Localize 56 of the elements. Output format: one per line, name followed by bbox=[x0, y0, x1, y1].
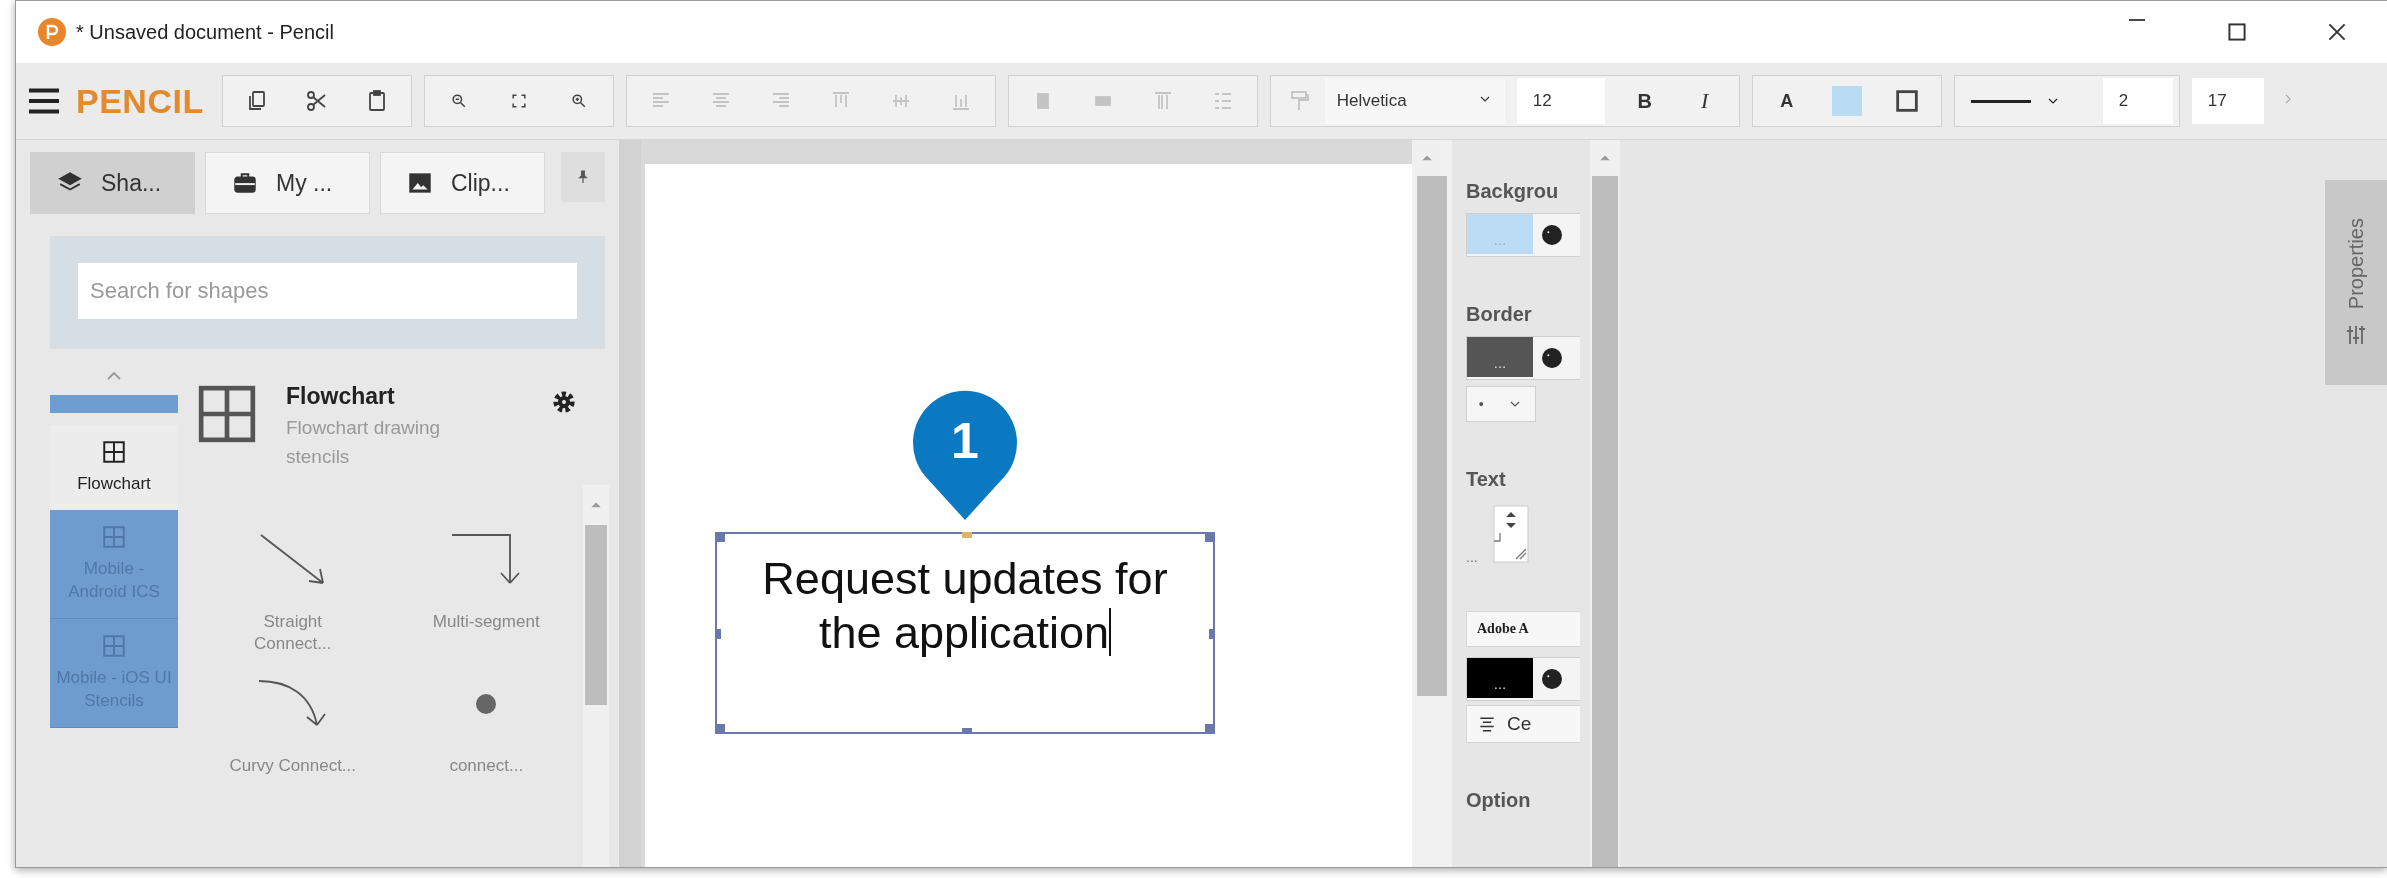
category-item[interactable]: Flowchart bbox=[50, 425, 178, 510]
selection-handle[interactable] bbox=[962, 532, 972, 538]
grid-icon bbox=[196, 383, 258, 445]
align-center-icon bbox=[1477, 714, 1497, 734]
bold-button[interactable]: B bbox=[1616, 79, 1673, 123]
selection-handle[interactable] bbox=[1209, 629, 1215, 639]
search-field[interactable]: Search for shapes bbox=[78, 263, 577, 319]
palette-icon bbox=[1541, 347, 1563, 369]
text-option-label: ... bbox=[1466, 549, 1478, 565]
panel-splitter[interactable] bbox=[619, 140, 641, 867]
scrollbar-thumb[interactable] bbox=[1592, 176, 1618, 867]
selection-handle[interactable] bbox=[715, 724, 725, 734]
line-icon bbox=[1970, 99, 2031, 103]
window-title: * Unsaved document - Pencil bbox=[76, 20, 334, 44]
dot-icon bbox=[475, 693, 498, 716]
font-size-field[interactable]: 12 bbox=[1516, 78, 1605, 124]
grid-icon bbox=[101, 439, 127, 465]
image-icon bbox=[407, 170, 433, 196]
pin-button[interactable] bbox=[561, 152, 605, 202]
text-color-button[interactable]: A bbox=[1758, 79, 1815, 123]
note-text[interactable]: Request updates for the application bbox=[735, 552, 1195, 732]
property-heading: Backgrou bbox=[1466, 180, 1559, 203]
line-width-field[interactable]: 2 bbox=[2102, 78, 2173, 124]
selection-handle[interactable] bbox=[962, 728, 972, 734]
property-heading: Option bbox=[1466, 789, 1531, 812]
grid-icon bbox=[101, 523, 127, 550]
scrollbar-thumb[interactable] bbox=[1417, 176, 1447, 696]
selection-handle[interactable] bbox=[1205, 724, 1215, 734]
panel-tab[interactable]: Sha... bbox=[30, 152, 195, 214]
selection-handle[interactable] bbox=[715, 532, 725, 542]
panel-tab[interactable]: Clip... bbox=[380, 152, 545, 214]
font-button[interactable]: Adobe A bbox=[1466, 611, 1580, 647]
minimize-icon bbox=[2127, 19, 2147, 21]
value-field[interactable]: 17 bbox=[2191, 78, 2264, 124]
color-swatch[interactable]: ... bbox=[1467, 337, 1533, 377]
font-family-dropdown[interactable]: Helvetica bbox=[1324, 78, 1505, 124]
panel-tab[interactable]: My ... bbox=[205, 152, 370, 214]
app-logo: PENCIL bbox=[76, 81, 204, 121]
grid-icon bbox=[101, 632, 127, 659]
selection-handle[interactable] bbox=[1205, 532, 1215, 542]
color-swatch[interactable]: ... bbox=[1467, 658, 1533, 698]
callout-badge: 1 bbox=[911, 390, 1019, 522]
collection-description: Flowchart drawing stencils bbox=[286, 416, 442, 469]
app-logo-icon bbox=[38, 18, 66, 46]
palette-icon bbox=[1541, 224, 1563, 246]
property-heading: Border bbox=[1466, 303, 1532, 326]
property-heading: Text bbox=[1466, 468, 1506, 491]
palette-icon bbox=[1541, 668, 1563, 690]
collection-title: Flowchart bbox=[286, 383, 396, 410]
text-align-button[interactable]: Ce bbox=[1466, 705, 1580, 743]
selection-handle[interactable] bbox=[715, 629, 721, 639]
briefcase-icon bbox=[232, 170, 258, 196]
italic-button[interactable]: I bbox=[1676, 79, 1733, 123]
text-shape[interactable]: Request updates for the application bbox=[715, 532, 1215, 734]
scrollbar-thumb[interactable] bbox=[585, 525, 607, 705]
border-style-dropdown[interactable]: • bbox=[1466, 386, 1536, 422]
